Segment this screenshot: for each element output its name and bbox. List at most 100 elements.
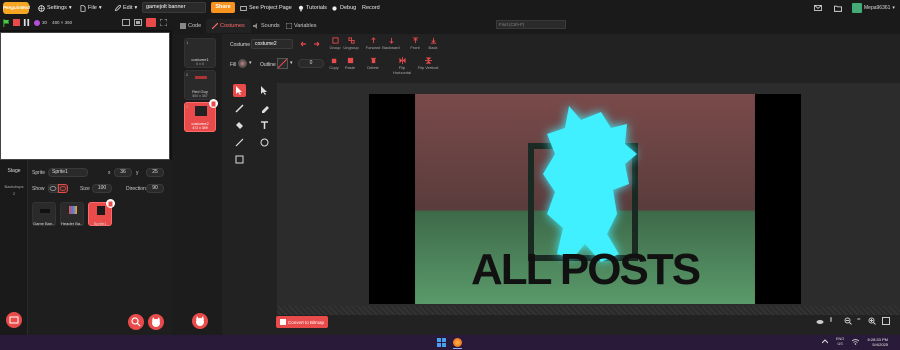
fullscreen-canvas-button[interactable] bbox=[882, 317, 890, 327]
flip-horizontal-button[interactable]: Flip Horizontal bbox=[390, 57, 414, 75]
zoom-in-button[interactable] bbox=[868, 317, 876, 327]
tab-costumes[interactable]: Costumes bbox=[206, 19, 251, 33]
delete-button[interactable]: Delete bbox=[364, 57, 382, 70]
find-input[interactable]: Find (Ctrl+F) bbox=[496, 20, 566, 29]
outline-width-input[interactable]: 0 bbox=[298, 59, 324, 68]
language-indicator[interactable]: ENG US bbox=[836, 337, 844, 347]
chevron-down-icon: ▾ bbox=[892, 5, 895, 11]
sprite-tile[interactable]: Header Ba... bbox=[60, 202, 84, 226]
outline-color-swatch[interactable] bbox=[277, 58, 288, 69]
brush-tool[interactable] bbox=[233, 102, 246, 115]
costume-tile[interactable]: 2 Red Guy 500 x 387 bbox=[184, 70, 216, 100]
tab-code[interactable]: Code bbox=[174, 19, 207, 33]
select-tool[interactable] bbox=[233, 84, 246, 97]
normal-stage-icon[interactable] bbox=[134, 19, 142, 28]
zoom-out-button[interactable] bbox=[844, 317, 852, 327]
show-visible-button[interactable] bbox=[48, 184, 58, 193]
tutorials-button[interactable]: Tutorials bbox=[298, 3, 327, 13]
messages-button[interactable] bbox=[814, 3, 822, 13]
share-button[interactable]: Share bbox=[211, 2, 235, 13]
delete-costume-button[interactable] bbox=[209, 99, 218, 108]
app-logo[interactable]: PenguinMod bbox=[3, 2, 30, 14]
tab-variables[interactable]: Variables bbox=[280, 19, 323, 33]
sprite-name-input[interactable]: Sprite1 bbox=[48, 168, 88, 177]
wifi-icon[interactable] bbox=[851, 339, 860, 347]
clock[interactable]: 8:28:33 PM 5/4/2025 bbox=[868, 337, 888, 347]
y-input[interactable]: 25 bbox=[146, 168, 164, 177]
edit-menu[interactable]: Edit ▾ bbox=[114, 3, 137, 13]
redo-icon[interactable] bbox=[312, 41, 320, 49]
microphone-toggle[interactable] bbox=[828, 317, 834, 327]
choose-costume-button[interactable] bbox=[192, 313, 208, 329]
debug-button[interactable]: Debug bbox=[331, 3, 356, 13]
paint-canvas[interactable]: ALL POSTS bbox=[277, 83, 900, 315]
front-icon bbox=[412, 37, 418, 44]
cursor-icon bbox=[236, 86, 242, 95]
fill-tool[interactable] bbox=[233, 119, 246, 132]
sprite-tile[interactable]: Game Ban... bbox=[32, 202, 56, 226]
settings-menu[interactable]: Settings ▾ bbox=[38, 3, 72, 13]
search-sprite-button[interactable] bbox=[128, 314, 144, 330]
firefox-icon[interactable] bbox=[453, 338, 462, 347]
costume-tile-selected[interactable]: 3 costume2 472 x 359 bbox=[184, 99, 218, 132]
undo-icon[interactable] bbox=[300, 41, 308, 49]
direction-input[interactable]: 90 bbox=[146, 184, 164, 193]
no-color-icon bbox=[277, 58, 288, 69]
rectangle-tool[interactable] bbox=[233, 153, 246, 166]
tray-chevron-icon[interactable] bbox=[821, 339, 829, 346]
paint-bucket-icon bbox=[236, 122, 243, 129]
right-shadow bbox=[753, 94, 801, 304]
mail-icon bbox=[814, 5, 822, 11]
my-stuff-button[interactable] bbox=[834, 3, 842, 13]
ungroup-button[interactable]: Ungroup bbox=[342, 37, 360, 50]
pause-icon[interactable] bbox=[23, 19, 30, 28]
large-stage-button[interactable] bbox=[146, 18, 156, 27]
file-menu[interactable]: File ▾ bbox=[80, 3, 102, 13]
back-button[interactable]: Back bbox=[424, 37, 442, 50]
green-flag-icon[interactable] bbox=[3, 19, 10, 29]
all-posts-text: ALL POSTS bbox=[471, 245, 700, 294]
text-tool[interactable] bbox=[258, 119, 271, 132]
reshape-icon bbox=[261, 86, 267, 95]
stage-canvas[interactable] bbox=[0, 32, 170, 160]
paste-button[interactable]: Paste bbox=[341, 57, 359, 70]
forward-button[interactable]: Forward bbox=[364, 37, 382, 50]
show-hidden-button[interactable] bbox=[58, 184, 68, 193]
record-button[interactable]: Record bbox=[362, 3, 380, 13]
delete-sprite-button[interactable] bbox=[106, 199, 115, 208]
chevron-down-icon: ▾ bbox=[98, 5, 102, 11]
small-stage-icon[interactable] bbox=[122, 19, 130, 28]
costume-tile[interactable]: 1 costume1 0 x 0 bbox=[184, 38, 216, 68]
choose-backdrop-button[interactable] bbox=[6, 312, 22, 328]
sprite-tile-name: Sprite1 bbox=[93, 221, 107, 226]
choose-sprite-button[interactable] bbox=[148, 314, 164, 330]
reshape-tool[interactable] bbox=[258, 84, 271, 97]
front-button[interactable]: Front bbox=[406, 37, 424, 50]
eye-icon bbox=[49, 186, 57, 191]
sprite-tile-selected[interactable]: Sprite1 bbox=[88, 199, 115, 226]
x-input[interactable]: 36 bbox=[114, 168, 132, 177]
chevron-down-icon[interactable]: ▾ bbox=[290, 60, 293, 66]
backward-button[interactable]: Backward bbox=[382, 37, 400, 50]
costume-name-input[interactable]: costume2 bbox=[251, 39, 293, 49]
stage-selector[interactable]: Stage Backdrops 2 bbox=[0, 160, 28, 335]
size-input[interactable]: 100 bbox=[92, 184, 112, 193]
convert-to-bitmap-button[interactable]: Convert to Bitmap bbox=[276, 316, 328, 328]
stop-icon[interactable] bbox=[13, 19, 20, 26]
account-menu[interactable]: Mepa96361 ▾ bbox=[852, 2, 900, 14]
flip-vertical-button[interactable]: Flip Vertical bbox=[416, 57, 440, 70]
fullscreen-icon[interactable] bbox=[159, 18, 168, 28]
flip-vertical-label: Flip Vertical bbox=[417, 65, 439, 70]
paint-editor: Costume costume2 Group Ungroup Forward B… bbox=[222, 34, 900, 335]
windows-start-icon[interactable] bbox=[437, 338, 446, 349]
line-tool[interactable] bbox=[233, 136, 246, 149]
eraser-tool[interactable] bbox=[258, 102, 271, 115]
size-label: Size bbox=[80, 186, 90, 192]
theme-toggle[interactable] bbox=[816, 317, 824, 327]
project-title-input[interactable]: gamejolt banner bbox=[142, 2, 206, 13]
see-project-page-button[interactable]: See Project Page bbox=[240, 3, 292, 13]
chevron-down-icon[interactable]: ▾ bbox=[249, 60, 252, 66]
circle-tool[interactable] bbox=[258, 136, 271, 149]
zoom-reset-button[interactable]: = bbox=[857, 317, 861, 323]
fill-color-swatch[interactable] bbox=[238, 59, 247, 68]
